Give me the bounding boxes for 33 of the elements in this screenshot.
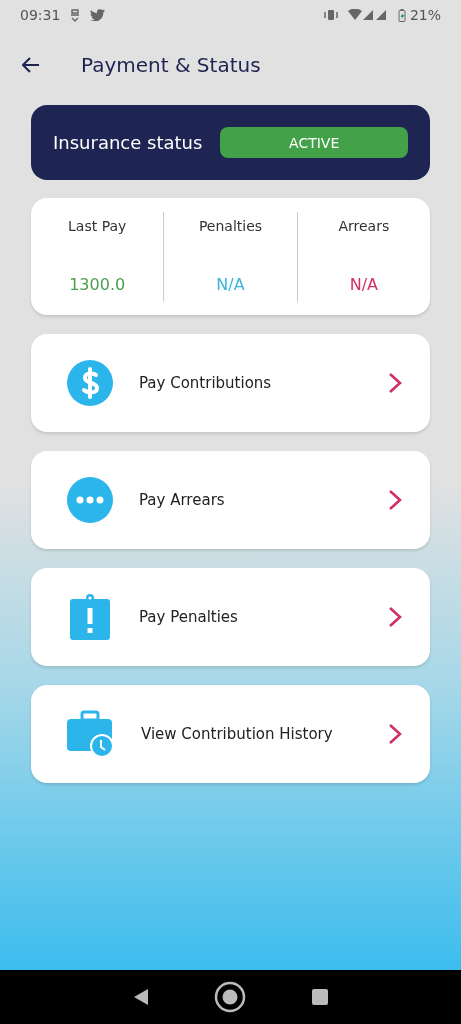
signal-icon — [361, 9, 388, 21]
battery-icon — [397, 8, 406, 22]
home-nav-icon[interactable] — [214, 981, 247, 1013]
chevron-right-icon — [388, 489, 402, 511]
stat-label: Penalties — [198, 217, 263, 234]
menu-item[interactable]: Pay Arrears — [31, 451, 430, 549]
status-time: 09:31 — [20, 7, 61, 23]
clipboard-alert-icon — [67, 594, 113, 640]
stat-label: Last Pay — [68, 217, 127, 234]
dollar-icon — [67, 360, 113, 406]
menu-item[interactable]: View Contribution History — [31, 685, 430, 783]
menu-item[interactable]: Pay Penalties — [31, 568, 430, 666]
bird-icon — [90, 9, 106, 21]
vibrate-icon — [323, 9, 338, 21]
chevron-right-icon — [388, 606, 402, 628]
stat-value: N/A — [216, 274, 245, 294]
status-badge: ACTIVE — [220, 127, 408, 158]
stat-value: N/A — [349, 274, 378, 294]
stat-label: Arrears — [338, 217, 390, 234]
briefcase-clock-icon — [67, 710, 115, 758]
battery-percent: 21% — [409, 7, 441, 23]
back-nav-icon[interactable] — [132, 988, 149, 1006]
insurance-status-label: Insurance status — [53, 132, 203, 153]
notification-icon — [70, 8, 81, 22]
chevron-right-icon — [388, 723, 402, 745]
menu-item[interactable]: Pay Contributions — [31, 334, 430, 432]
more-icon — [67, 477, 113, 523]
wifi-icon — [347, 9, 362, 21]
back-arrow-icon[interactable] — [22, 57, 40, 73]
stat-value: 1300.0 — [69, 274, 126, 294]
chevron-right-icon — [388, 372, 402, 394]
page-title: Payment & Status — [81, 53, 261, 77]
recents-nav-icon[interactable] — [312, 989, 329, 1005]
